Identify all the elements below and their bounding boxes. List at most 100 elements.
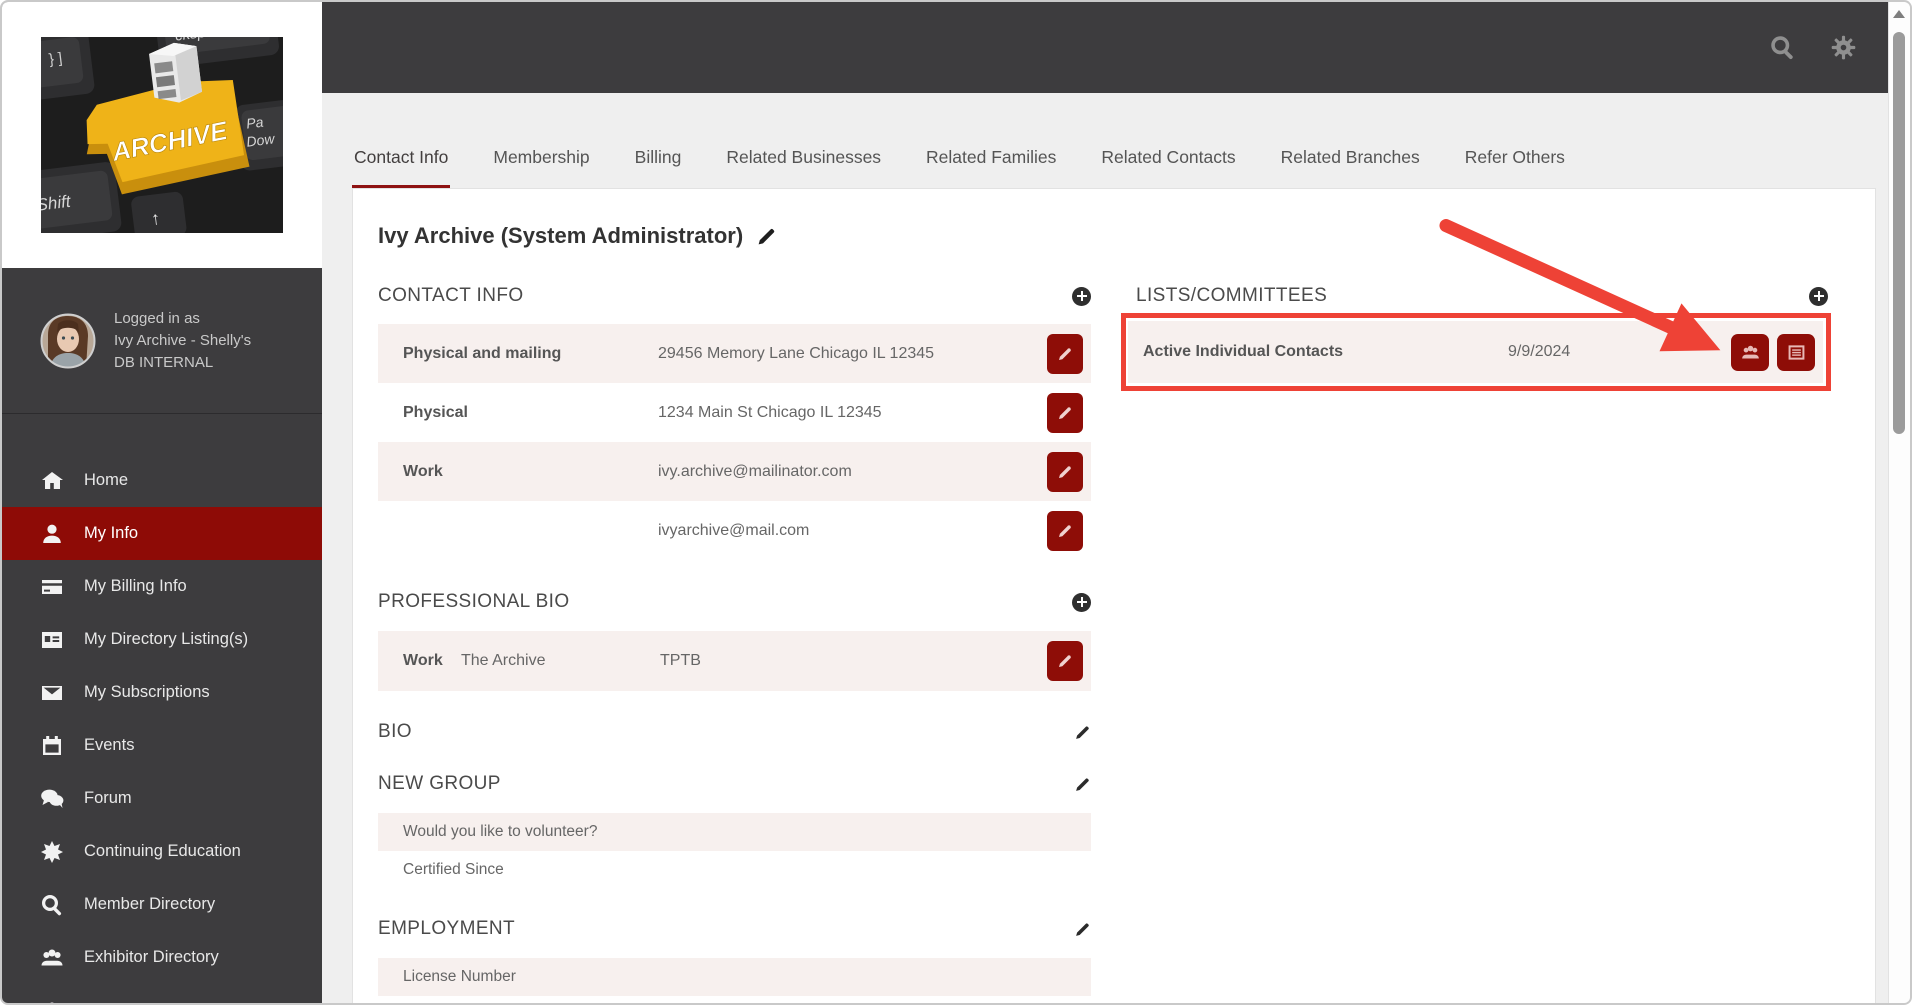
row-value: ivyarchive@mail.com xyxy=(658,521,810,539)
page-title: Ivy Archive (System Administrator) xyxy=(378,223,744,248)
sidebar: } ] ckspace Shift Pa Dow ↑ ARC xyxy=(2,2,335,1003)
page-background: Contact Info Membership Billing Related … xyxy=(322,93,1888,1003)
edit-professional-bio-button[interactable] xyxy=(1047,641,1083,681)
list-date: 9/9/2024 xyxy=(1508,343,1571,360)
id-card-icon xyxy=(40,628,64,652)
sidebar-item-label: Continuing Education xyxy=(84,842,241,860)
new-group-row-volunteer: Would you like to volunteer? xyxy=(378,813,1091,851)
sidebar-item-continuing-education[interactable]: Continuing Education xyxy=(2,825,322,878)
pencil-icon xyxy=(1057,523,1073,539)
section-title: EMPLOYMENT xyxy=(378,918,516,939)
list-name: Active Individual Contacts xyxy=(1143,343,1344,360)
sidebar-item-label: My Directory Listing(s) xyxy=(84,630,249,648)
scrollbar-up-arrow-icon[interactable] xyxy=(1893,10,1905,18)
add-professional-bio-icon[interactable] xyxy=(1072,592,1091,612)
calendar-icon xyxy=(40,734,64,758)
envelope-icon xyxy=(40,681,64,705)
tab-refer-others[interactable]: Refer Others xyxy=(1463,147,1567,188)
key-page-down-1: Pa xyxy=(245,114,264,132)
logged-in-line3: DB INTERNAL xyxy=(114,353,214,371)
tab-related-businesses[interactable]: Related Businesses xyxy=(724,147,883,188)
edit-address-button[interactable] xyxy=(1047,333,1083,374)
home-icon xyxy=(40,469,64,493)
add-contact-info-icon[interactable] xyxy=(1072,286,1091,306)
tab-related-branches[interactable]: Related Branches xyxy=(1279,147,1422,188)
edit-bio-pencil-icon[interactable] xyxy=(1074,724,1091,741)
section-title: PROFESSIONAL BIO xyxy=(378,591,570,612)
sidebar-item-label: Exhibitor Directory xyxy=(84,948,219,966)
row-label: Physical xyxy=(403,403,468,421)
row-value: 1234 Main St Chicago IL 12345 xyxy=(658,403,882,421)
add-list-committee-icon[interactable] xyxy=(1809,286,1828,306)
contact-card: Ivy Archive (System Administrator) CONTA… xyxy=(352,188,1876,1003)
contact-row-physical-mailing: Physical and mailing 29456 Memory Lane C… xyxy=(378,324,1091,383)
sidebar-item-events[interactable]: Events xyxy=(2,719,322,772)
sidebar-item-exhibitor-directory[interactable]: Exhibitor Directory xyxy=(2,931,322,984)
page-scrollbar[interactable] xyxy=(1888,2,1910,1003)
row-label: License Number xyxy=(403,968,516,985)
tab-billing[interactable]: Billing xyxy=(633,147,684,188)
credit-card-icon xyxy=(40,575,64,599)
edit-address-button[interactable] xyxy=(1047,392,1083,433)
comments-icon xyxy=(40,787,64,811)
section-header-professional-bio: PROFESSIONAL BIO xyxy=(378,591,1091,613)
app-window: } ] ckspace Shift Pa Dow ↑ ARC xyxy=(0,0,1912,1005)
new-group-rows: Would you like to volunteer? Certified S… xyxy=(378,813,1091,889)
sidebar-item-my-billing-info[interactable]: My Billing Info xyxy=(2,560,322,613)
gear-icon[interactable] xyxy=(1830,34,1857,61)
logged-in-line2: Ivy Archive - Shelly's xyxy=(114,331,252,349)
view-list-contacts-button[interactable] xyxy=(1731,333,1769,371)
professional-bio-row: Work The Archive TPTB xyxy=(378,631,1091,691)
org-logo: } ] ckspace Shift Pa Dow ↑ ARC xyxy=(2,2,322,268)
edit-email-button[interactable] xyxy=(1047,451,1083,492)
search-icon xyxy=(40,893,64,917)
edit-name-pencil-icon[interactable] xyxy=(756,226,777,247)
section-title: LISTS/COMMITTEES xyxy=(1136,285,1328,306)
sidebar-item-label: Home xyxy=(84,471,129,489)
pencil-icon xyxy=(1057,653,1073,669)
sidebar-item-home[interactable]: Home xyxy=(2,454,322,507)
contact-info-rows: Physical and mailing 29456 Memory Lane C… xyxy=(378,324,1091,560)
row-title: TPTB xyxy=(660,652,701,669)
sidebar-item-label: Member Directory xyxy=(84,895,216,913)
view-list-details-button[interactable] xyxy=(1777,333,1815,371)
section-header-new-group: NEW GROUP xyxy=(378,773,1091,795)
sidebar-item-label: My Billing Info xyxy=(84,577,187,595)
edit-employment-pencil-icon[interactable] xyxy=(1074,921,1091,938)
sidebar-item-label: My Info xyxy=(84,524,139,542)
sidebar-item-affiliate-directory[interactable]: Affiliate Directory xyxy=(2,984,322,1003)
certificate-icon xyxy=(40,840,64,864)
edit-email-button[interactable] xyxy=(1047,510,1083,551)
tab-related-contacts[interactable]: Related Contacts xyxy=(1099,147,1237,188)
section-header-lists-committees: LISTS/COMMITTEES xyxy=(1136,285,1828,307)
section-title: NEW GROUP xyxy=(378,773,501,794)
edit-new-group-pencil-icon[interactable] xyxy=(1074,776,1091,793)
users-icon xyxy=(40,946,64,970)
tab-related-families[interactable]: Related Families xyxy=(924,147,1058,188)
sidebar-item-forum[interactable]: Forum xyxy=(2,772,322,825)
sidebar-item-my-directory-listings[interactable]: My Directory Listing(s) xyxy=(2,613,322,666)
avatar xyxy=(40,313,96,368)
search-icon[interactable] xyxy=(1769,34,1796,61)
employment-rows: License Number xyxy=(378,958,1091,996)
tab-membership[interactable]: Membership xyxy=(491,147,591,188)
sidebar-item-member-directory[interactable]: Member Directory xyxy=(2,878,322,931)
tab-contact-info[interactable]: Contact Info xyxy=(352,147,451,188)
pencil-icon xyxy=(1057,346,1073,362)
row-value: ivy.archive@mailinator.com xyxy=(658,462,852,480)
sidebar-item-label: Events xyxy=(84,736,135,754)
logged-in-text: Logged in as Ivy Archive - Shelly's DB I… xyxy=(114,308,251,374)
list-row-active-individual-contacts: Active Individual Contacts 9/9/2024 xyxy=(1128,321,1823,383)
title-row: Ivy Archive (System Administrator) xyxy=(378,223,777,249)
logged-in-line1: Logged in as xyxy=(114,309,200,327)
contact-row-email: ivyarchive@mail.com xyxy=(378,501,1091,560)
row-organization: The Archive xyxy=(461,652,546,669)
scrollbar-thumb[interactable] xyxy=(1893,32,1905,434)
sidebar-item-my-subscriptions[interactable]: My Subscriptions xyxy=(2,666,322,719)
list-icon xyxy=(1787,343,1806,362)
row-value: 29456 Memory Lane Chicago IL 12345 xyxy=(658,344,935,362)
row-label: Physical and mailing xyxy=(403,344,562,362)
sidebar-item-my-info[interactable]: My Info xyxy=(2,507,335,560)
new-group-row-certified-since: Certified Since xyxy=(378,851,1091,889)
contact-row-work-email: Work ivy.archive@mailinator.com xyxy=(378,442,1091,501)
